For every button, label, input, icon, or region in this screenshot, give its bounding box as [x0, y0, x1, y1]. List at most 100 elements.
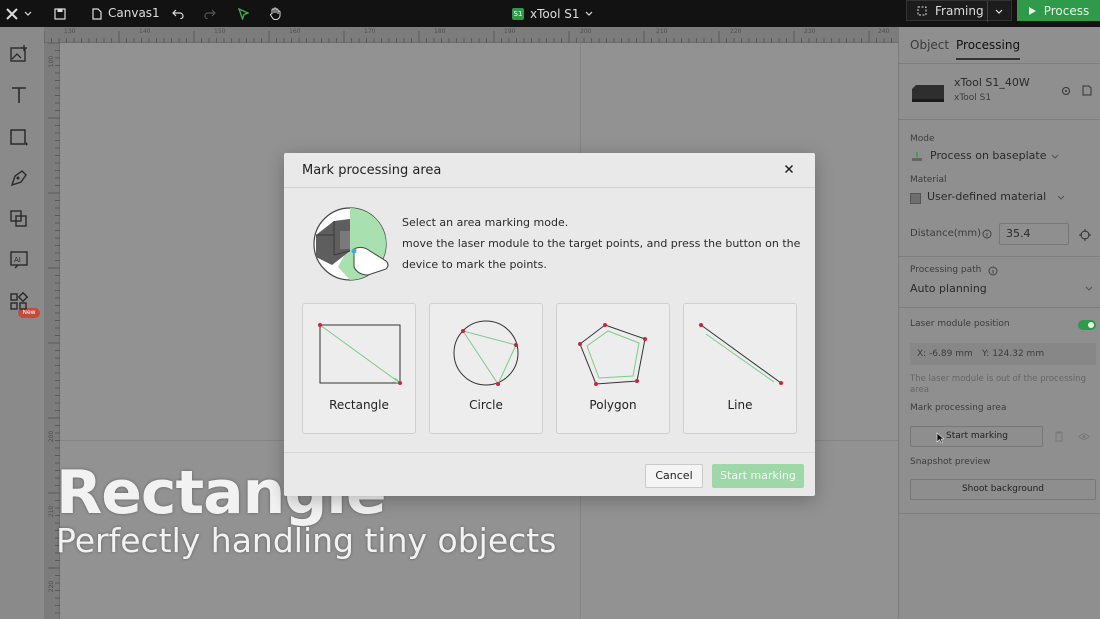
chevron-down-icon[interactable]	[1051, 154, 1059, 160]
pen-tool-icon[interactable]	[9, 168, 29, 188]
ruler-label: 180	[434, 28, 446, 35]
device-badge: S1	[512, 7, 524, 20]
ai-tool-icon[interactable]: AI	[9, 250, 29, 270]
mode-card-line[interactable]: Line	[683, 303, 797, 434]
select-cursor-icon[interactable]	[235, 0, 251, 27]
svg-text:AI: AI	[14, 256, 21, 264]
out-of-area-warning-2: area	[910, 385, 929, 395]
image-icon[interactable]	[9, 44, 29, 64]
chevron-down-icon	[586, 11, 593, 16]
device-subtitle: xTool S1	[954, 93, 992, 103]
ruler-label: 240	[878, 28, 890, 35]
ruler-label: 220	[48, 580, 56, 593]
ruler-label: 210	[48, 505, 56, 518]
path-label: Processing path	[910, 265, 982, 275]
ruler-label: 130	[64, 28, 76, 35]
cancel-button[interactable]: Cancel	[645, 464, 703, 488]
material-label: Material	[910, 175, 947, 185]
ruler-label: 200	[48, 430, 56, 443]
dialog-title: Mark processing area	[302, 163, 442, 178]
process-label: Process	[1043, 3, 1090, 18]
ruler-label: 200	[580, 28, 592, 35]
chevron-down-icon[interactable]	[1085, 286, 1093, 292]
instruction-line-3: device to mark the points.	[402, 258, 547, 271]
left-toolbar: AI New	[0, 27, 44, 619]
polygon-mode-icon	[578, 323, 647, 386]
horizontal-ruler: 130 140 150 160 170 180 190 200 210 220 …	[44, 27, 898, 43]
device-name: xTool S1	[530, 6, 580, 21]
info-icon[interactable]	[982, 229, 992, 239]
line-mode-icon	[699, 323, 783, 385]
file-icon	[90, 0, 104, 27]
mode-select[interactable]: Process on baseplate	[930, 149, 1047, 162]
rectangle-mode-icon	[318, 323, 402, 385]
distance-label: Distance(mm)	[910, 228, 982, 239]
y-position: Y: 124.32 mm	[982, 349, 1045, 359]
mouse-cursor-icon	[936, 432, 944, 444]
laser-position-toggle[interactable]	[1078, 320, 1096, 330]
framing-button[interactable]: Framing	[906, 0, 1012, 22]
mode-card-circle[interactable]: Circle	[429, 303, 543, 434]
shoot-background-label: Shoot background	[961, 484, 1045, 494]
text-tool-icon[interactable]	[9, 85, 29, 105]
right-panel: Object Processing xTool S1_40W xTool S1 …	[898, 27, 1100, 619]
distance-input[interactable]: 35.4	[1006, 227, 1031, 240]
dialog-footer: Cancel Start marking	[284, 452, 815, 496]
path-select[interactable]: Auto planning	[910, 282, 987, 295]
redo-icon[interactable]	[202, 0, 218, 27]
app-logo-icon[interactable]	[4, 0, 20, 27]
layers-icon[interactable]	[9, 209, 29, 229]
canvas-name[interactable]: Canvas1	[108, 0, 160, 27]
start-marking-label: Start marking	[946, 431, 1008, 441]
mode-label: Mode	[910, 134, 935, 144]
polygon-label: Polygon	[589, 398, 637, 412]
ruler-label: 140	[139, 28, 151, 35]
shape-tool-icon[interactable]	[9, 127, 29, 147]
info-icon[interactable]	[988, 266, 998, 276]
ruler-label: 210	[656, 28, 668, 35]
device-selector[interactable]: S1 xTool S1	[512, 0, 593, 27]
instruction-line-1: Select an area marking mode.	[402, 216, 569, 229]
caption-subline: Perfectly handling tiny objects	[56, 521, 557, 560]
dialog-header: Mark processing area	[284, 153, 815, 188]
tab-processing[interactable]: Processing	[956, 38, 1021, 60]
trash-icon[interactable]	[1054, 431, 1064, 442]
hand-pan-icon[interactable]	[266, 0, 284, 27]
chevron-down-icon[interactable]	[995, 9, 1003, 15]
start-marking-button[interactable]: Start marking	[910, 426, 1043, 447]
line-label: Line	[727, 398, 753, 412]
ruler-label: 150	[214, 28, 226, 35]
document-icon[interactable]	[1082, 85, 1092, 96]
play-icon	[1028, 6, 1036, 15]
close-icon[interactable]	[782, 162, 796, 176]
device-thumbnail-icon	[912, 85, 944, 102]
out-of-area-warning: The laser module is out of the processin…	[910, 374, 1086, 384]
baseplate-icon	[912, 152, 922, 161]
tab-object[interactable]: Object	[910, 38, 949, 52]
x-position: X: -6.89 mm	[917, 349, 973, 359]
ruler-label: 230	[804, 28, 816, 35]
mode-card-rectangle[interactable]: Rectangle	[302, 303, 416, 434]
shoot-background-button[interactable]: Shoot background	[910, 479, 1096, 500]
ruler-label: 170	[364, 28, 376, 35]
settings-icon[interactable]	[1061, 86, 1071, 96]
instruction-line-2: move the laser module to the target poin…	[402, 237, 801, 250]
mode-card-polygon[interactable]: Polygon	[556, 303, 670, 434]
ruler-label: 190	[504, 28, 516, 35]
chevron-down-icon[interactable]	[22, 0, 34, 27]
apps-grid-icon[interactable]	[9, 291, 29, 311]
mark-area-dialog: Mark processing area Select an area mark…	[284, 153, 815, 496]
material-swatch	[910, 193, 921, 204]
save-icon[interactable]	[52, 0, 68, 27]
rectangle-label: Rectangle	[329, 398, 389, 412]
framing-icon	[917, 6, 927, 15]
snapshot-label: Snapshot preview	[910, 457, 991, 467]
target-icon[interactable]	[1079, 229, 1091, 241]
ruler-label: 220	[730, 28, 742, 35]
undo-icon[interactable]	[170, 0, 186, 27]
chevron-down-icon[interactable]	[1057, 195, 1065, 201]
start-marking-dialog-button[interactable]: Start marking	[712, 464, 804, 488]
eye-icon[interactable]	[1078, 432, 1090, 441]
material-select[interactable]: User-defined material	[927, 190, 1046, 203]
process-button[interactable]: Process	[1017, 0, 1100, 21]
